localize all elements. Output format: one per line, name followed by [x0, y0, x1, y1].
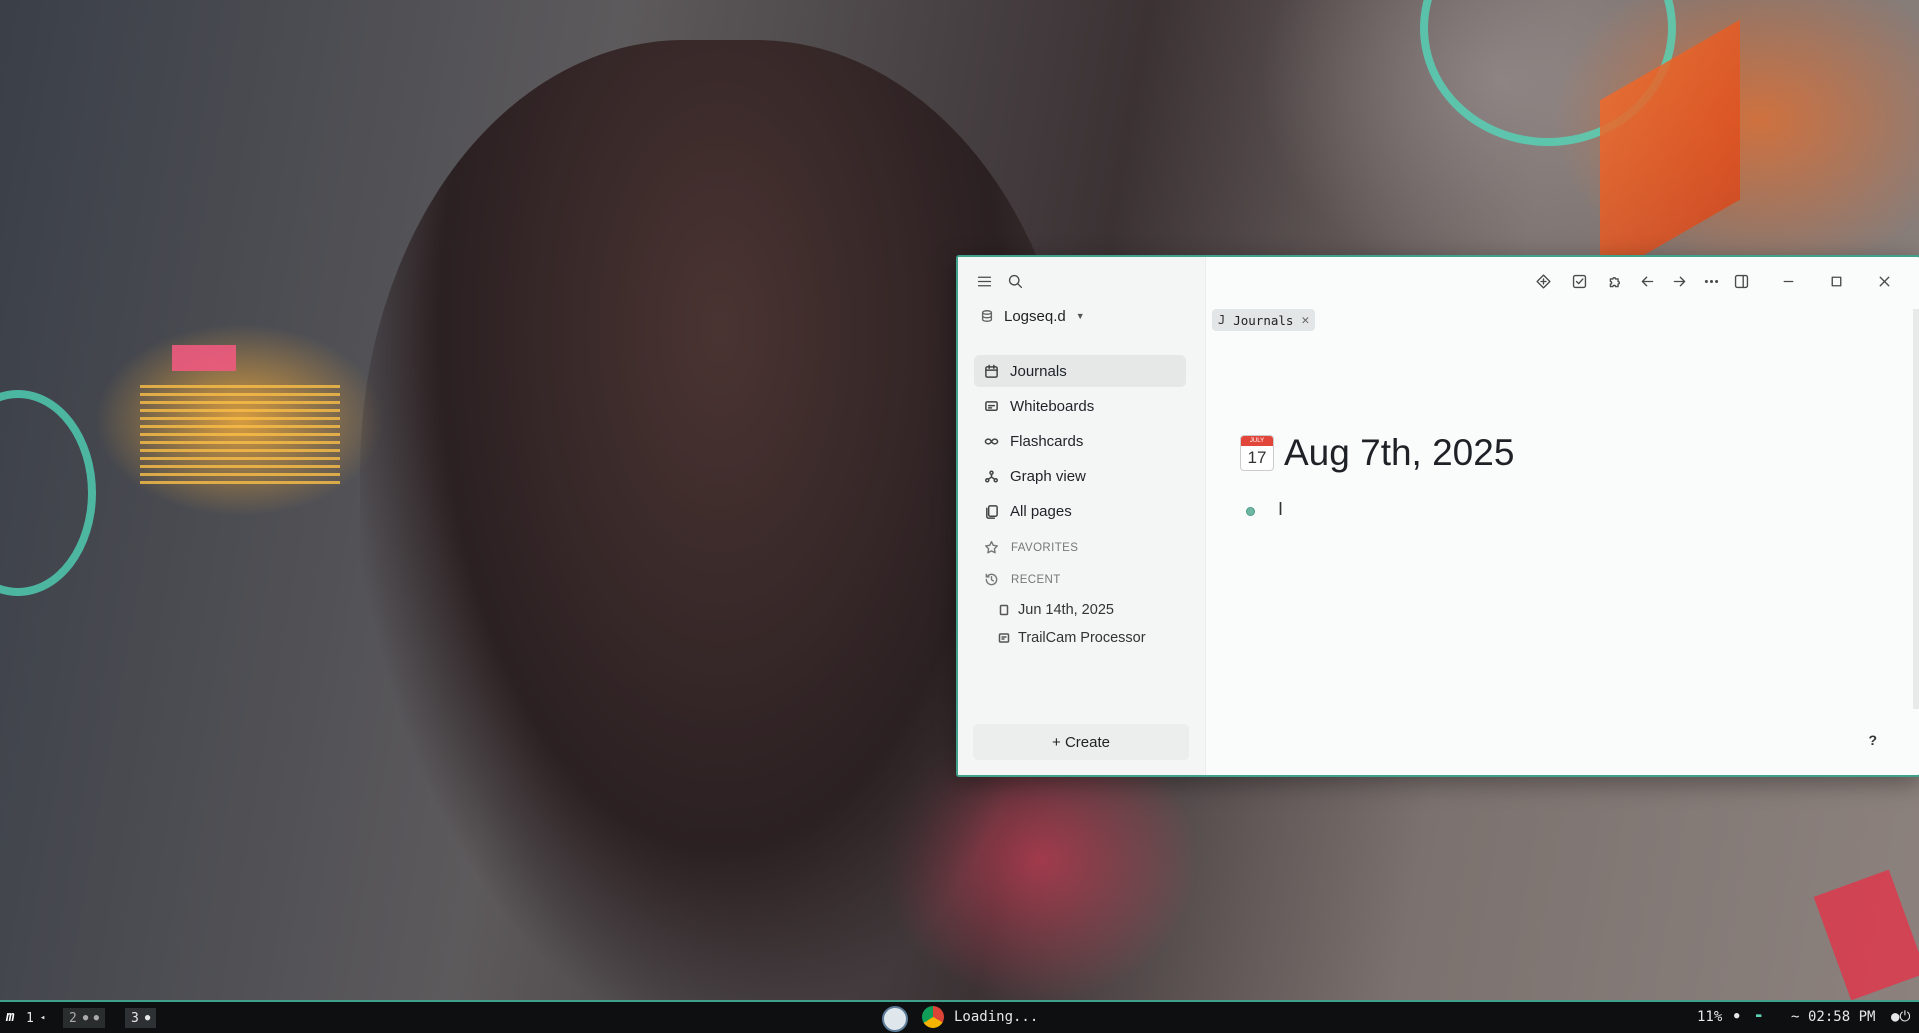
right-sidebar-toggle-icon[interactable] [1730, 270, 1752, 292]
recent-item-label: TrailCam Processor [1018, 630, 1146, 646]
taskbar: m 1 ◂ 2 ● ● 3 ● Loading... 11% ● ▬ ~ 02:… [0, 1000, 1919, 1033]
more-icon[interactable] [1700, 270, 1722, 292]
block-bullet[interactable] [1246, 507, 1255, 516]
tab-label: Journals [1233, 312, 1294, 328]
launcher-icon[interactable]: m [6, 1009, 14, 1025]
close-icon[interactable]: ✕ [1301, 313, 1309, 328]
forward-arrow-icon[interactable] [1668, 270, 1690, 292]
workspace-2[interactable]: 2 ● ● [63, 1008, 106, 1028]
journal-title-text: Aug 7th, 2025 [1284, 432, 1515, 473]
minimize-icon[interactable] [1777, 270, 1799, 292]
graph-name-label: Logseq.d [1004, 307, 1066, 325]
sidebar-item-label: Journals [1010, 362, 1067, 380]
recent-label: RECENT [1011, 573, 1061, 586]
power-icon[interactable]: ●⏻ [1891, 1009, 1911, 1025]
create-button[interactable]: + Create [973, 724, 1189, 760]
page-title[interactable]: JULY 17 Aug 7th, 2025 [1240, 432, 1514, 474]
tray-indicator-icon[interactable]: ▬ [1756, 1011, 1761, 1021]
clock[interactable]: 02:58 PM [1808, 1009, 1875, 1025]
sidebar-item-label: Whiteboards [1010, 397, 1095, 415]
maximize-icon[interactable] [1825, 270, 1847, 292]
left-sidebar: Logseq.d ▼ Journals Whiteboards Flashcar… [958, 257, 1205, 775]
whiteboard-icon [985, 400, 998, 411]
menu-icon[interactable] [973, 270, 995, 292]
page-icon [999, 604, 1009, 616]
tray-tilde: ~ [1791, 1009, 1800, 1025]
history-icon [985, 573, 998, 586]
logseq-window: Logseq.d ▼ Journals Whiteboards Flashcar… [956, 255, 1919, 777]
text-cursor-icon: I [1278, 499, 1284, 519]
sidebar-item-all-pages[interactable]: All pages [974, 495, 1186, 527]
tabler-icon[interactable] [1532, 270, 1554, 292]
sidebar-nav: Journals Whiteboards Flashcards Graph vi… [974, 355, 1186, 530]
workspace-1[interactable]: 1 ◂ [20, 1008, 51, 1028]
infinity-icon [984, 437, 999, 445]
app-icon-logseq[interactable] [882, 1006, 908, 1032]
tab-letter: J [1218, 313, 1226, 327]
sidebar-item-label: All pages [1010, 502, 1072, 520]
cpu-usage: 11% [1697, 1009, 1723, 1025]
checkbox-icon[interactable] [1568, 270, 1590, 292]
recent-item-jun-14[interactable]: Jun 14th, 2025 [998, 602, 1114, 618]
scrollbar[interactable] [1913, 309, 1919, 709]
favorites-label: FAVORITES [1011, 541, 1079, 554]
main-content: J Journals ✕ JULY 17 Aug 7th, 2025 I ? [1205, 257, 1919, 775]
neon-strip-pink [172, 345, 236, 371]
recent-item-label: Jun 14th, 2025 [1018, 602, 1114, 618]
workspace-label: 3 [131, 1010, 139, 1026]
sidebar-item-label: Graph view [1010, 467, 1086, 485]
graph-selector[interactable]: Logseq.d ▼ [980, 305, 1085, 327]
sidebar-item-flashcards[interactable]: Flashcards [974, 425, 1186, 457]
calendar-icon [985, 364, 998, 378]
recent-header[interactable]: RECENT [984, 572, 1061, 587]
neon-sign-red [1813, 869, 1919, 1000]
neon-ring-left [0, 390, 96, 596]
loading-status: Loading... [954, 1009, 1039, 1025]
graph-icon [985, 470, 998, 482]
help-button[interactable]: ? [1868, 732, 1877, 748]
database-icon [981, 310, 993, 322]
workspace-indicator: ◂ [39, 1013, 46, 1023]
workspace-3[interactable]: 3 ● [125, 1008, 157, 1028]
sidebar-item-journals[interactable]: Journals [974, 355, 1186, 387]
whiteboard-icon [998, 633, 1010, 643]
favorites-header[interactable]: FAVORITES [984, 540, 1078, 555]
chrome-icon[interactable] [922, 1006, 944, 1028]
chevron-down-icon: ▼ [1075, 311, 1085, 321]
puzzle-icon[interactable] [1604, 270, 1626, 292]
pages-icon [986, 504, 998, 519]
sidebar-item-graph-view[interactable]: Graph view [974, 460, 1186, 492]
workspace-indicator: ● [144, 1013, 151, 1023]
tab-journals[interactable]: J Journals ✕ [1212, 309, 1316, 331]
sidebar-item-whiteboards[interactable]: Whiteboards [974, 390, 1186, 422]
workspace-indicator: ● ● [82, 1013, 100, 1023]
search-icon[interactable] [1004, 270, 1026, 292]
back-arrow-icon[interactable] [1636, 270, 1658, 292]
neon-strip-yellow [140, 385, 340, 485]
workspace-label: 1 [26, 1010, 34, 1026]
recent-item-trailcam[interactable]: TrailCam Processor [998, 630, 1146, 646]
sidebar-item-label: Flashcards [1010, 432, 1084, 450]
cpu-dot-icon: ● [1734, 1011, 1740, 1021]
workspace-label: 2 [69, 1010, 77, 1026]
calendar-emoji-icon: JULY 17 [1240, 435, 1274, 471]
close-icon[interactable] [1873, 270, 1895, 292]
star-icon [984, 540, 999, 554]
